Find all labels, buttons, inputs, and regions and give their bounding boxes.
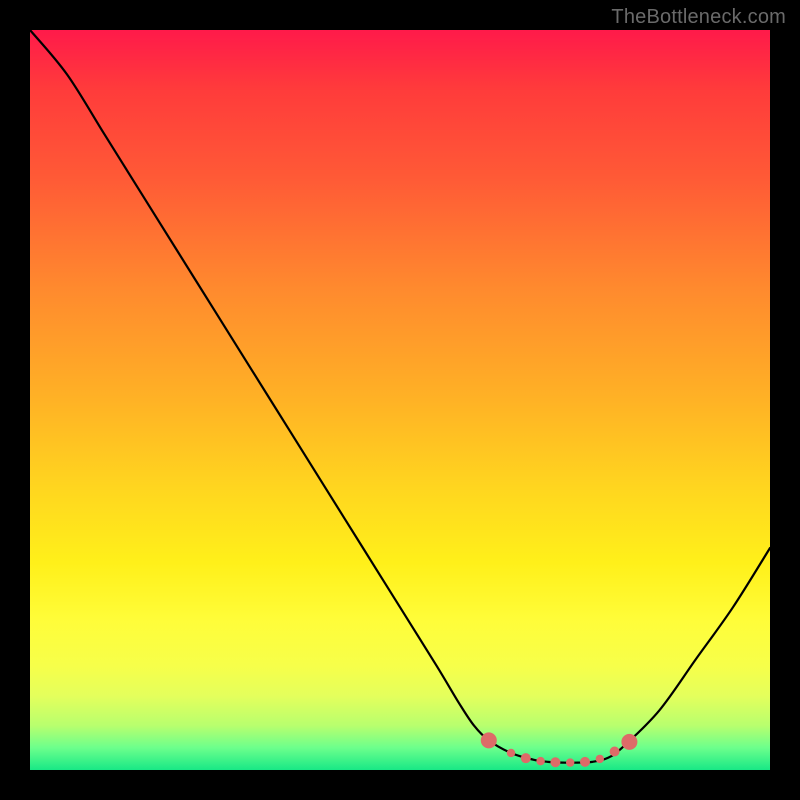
marker-dot <box>580 757 590 767</box>
bottleneck-curve <box>30 30 770 763</box>
marker-dot <box>621 734 637 750</box>
marker-dot <box>481 732 497 748</box>
watermark-text: TheBottleneck.com <box>611 6 786 29</box>
marker-dot <box>566 758 574 766</box>
marker-dot <box>610 747 620 757</box>
plot-area <box>30 30 770 770</box>
marker-dot <box>507 749 515 757</box>
chart-svg <box>30 30 770 770</box>
marker-dot <box>596 755 604 763</box>
marker-dot <box>550 757 560 767</box>
chart-container: TheBottleneck.com <box>0 0 800 800</box>
marker-dot <box>536 757 544 765</box>
marker-dot <box>521 753 531 763</box>
